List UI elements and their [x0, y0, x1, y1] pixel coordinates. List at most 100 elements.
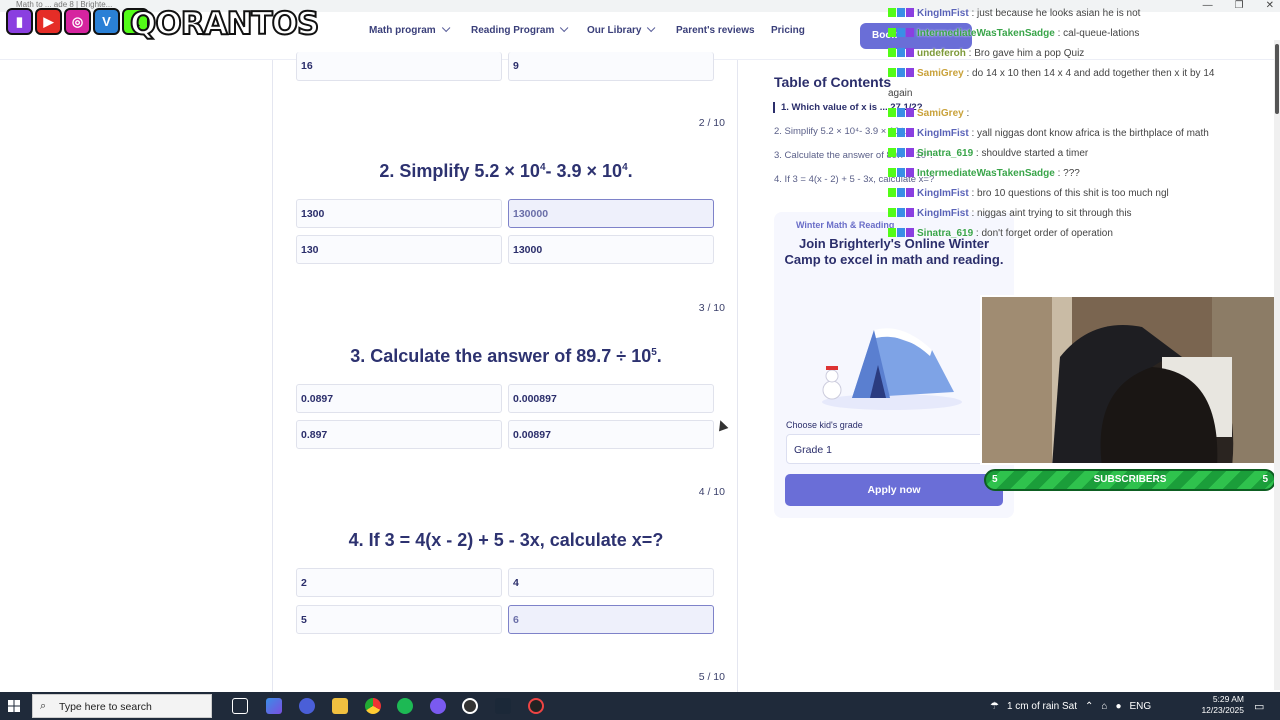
answer-option-selected[interactable]: 130000	[508, 199, 714, 228]
nav-math-program[interactable]: Math program	[369, 23, 451, 36]
chat-message: SamiGrey :	[888, 108, 969, 119]
answer-option[interactable]: 9	[508, 52, 714, 81]
question-title: 4. If 3 = 4(x - 2) + 5 - 3x, calculate x…	[348, 530, 664, 550]
chat-username: KingImFist	[917, 128, 969, 139]
title-text: - 3.9 × 10	[545, 161, 623, 181]
answer-option-selected[interactable]: 6	[508, 605, 714, 634]
page-scrollbar[interactable]	[1274, 40, 1280, 690]
chat-message: SamiGrey : do 14 x 10 then 14 x 4 and ad…	[888, 68, 1214, 79]
nav-reading-program[interactable]: Reading Program	[471, 23, 569, 36]
search-placeholder: Type here to search	[59, 701, 152, 713]
nav-parents-reviews[interactable]: Parent's reviews	[676, 25, 755, 36]
chat-username: SamiGrey	[917, 108, 964, 119]
language-indicator[interactable]: ENG	[1129, 701, 1151, 712]
chat-message: again	[888, 88, 912, 99]
youtube-icon: ▶	[35, 8, 62, 35]
chat-username: KingImFist	[917, 8, 969, 19]
question-counter: 2 / 10	[698, 117, 725, 129]
copilot-icon[interactable]	[266, 698, 282, 714]
chat-message: IntermediateWasTakenSadge : cal-queue-la…	[888, 28, 1139, 39]
chat-message: KingImFist : bro 10 questions of this sh…	[888, 188, 1169, 199]
chrome-icon[interactable]	[365, 698, 381, 714]
grade-select[interactable]: Grade 1	[786, 434, 1002, 464]
chat-message: KingImFist : niggas aint trying to sit t…	[888, 208, 1132, 219]
system-tray: ☂ 1 cm of rain Sat ⌃ ⌂ ● ENG	[990, 692, 1151, 720]
task-view-icon[interactable]	[232, 698, 248, 714]
taskbar-search[interactable]: Type here to search	[32, 694, 212, 718]
chat-badge-icon	[888, 68, 914, 78]
chat-text: : Bro gave him a pop Quiz	[965, 48, 1085, 59]
answer-option[interactable]: 0.0897	[296, 384, 502, 413]
mic-icon[interactable]: ●	[1115, 701, 1121, 712]
quiz-column: 16 9 2 / 10 2. Simplify 5.2 × 104- 3.9 ×…	[272, 52, 739, 692]
app-icon[interactable]	[462, 698, 478, 714]
chat-username: IntermediateWasTakenSadge	[917, 168, 1055, 179]
chat-message: KingImFist : yall niggas dont know afric…	[888, 128, 1209, 139]
answer-option[interactable]: 4	[508, 568, 714, 597]
chat-message: Sinatra_619 : don't forget order of oper…	[888, 228, 1113, 239]
answer-option[interactable]: 0.897	[296, 420, 502, 449]
file-explorer-icon[interactable]	[332, 698, 348, 714]
answer-option[interactable]: 0.00897	[508, 420, 714, 449]
chat-badge-icon	[888, 168, 914, 178]
search-icon: ⌕	[40, 700, 47, 712]
chat-badge-icon	[888, 228, 914, 238]
taskbar-clock[interactable]: 5:29 AM 12/23/2025	[1198, 694, 1244, 716]
grade-label: Choose kid's grade	[786, 420, 863, 430]
chat-badge-icon	[888, 48, 914, 58]
nav-label: Reading Program	[471, 25, 555, 36]
chat-message: Sinatra_619 : shouldve started a timer	[888, 148, 1088, 159]
windows-start-icon[interactable]	[8, 700, 20, 712]
obs-icon[interactable]	[528, 698, 544, 714]
subscribers-label: SUBSCRIBERS	[1093, 474, 1167, 485]
scrollbar-thumb[interactable]	[1275, 44, 1279, 114]
app-icon[interactable]	[299, 698, 315, 714]
app-icon[interactable]	[430, 698, 446, 714]
chat-text: : don't forget order of operation	[973, 228, 1113, 239]
chat-text: : cal-queue-lations	[1054, 28, 1140, 39]
weather-text[interactable]: 1 cm of rain Sat	[1007, 701, 1077, 712]
answer-option[interactable]: 0.000897	[508, 384, 714, 413]
chat-message: IntermediateWasTakenSadge : ???	[888, 168, 1080, 179]
question-title: 3. Calculate the answer of 89.7 ÷ 105.	[273, 346, 739, 367]
chat-text: : niggas aint trying to sit through this	[968, 208, 1132, 219]
chat-text: : ???	[1054, 168, 1080, 179]
webcam-image	[982, 297, 1278, 463]
answer-option[interactable]: 2	[296, 568, 502, 597]
title-text: 2. Simplify 5.2 × 10	[379, 161, 540, 181]
chat-text: : do 14 x 10 then 14 x 4 and add togethe…	[963, 68, 1215, 79]
answer-option[interactable]: 5	[296, 605, 502, 634]
answer-option[interactable]: 1300	[296, 199, 502, 228]
spotify-icon[interactable]	[397, 698, 413, 714]
nav-pricing[interactable]: Pricing	[771, 25, 805, 36]
weather-icon[interactable]: ☂	[990, 701, 999, 712]
chat-username: KingImFist	[917, 188, 969, 199]
nav-label: Our Library	[587, 25, 642, 36]
subscribers-count-right: 5	[1262, 474, 1268, 485]
subscribers-count-left: 5	[992, 474, 998, 485]
question-counter: 5 / 10	[698, 671, 725, 683]
answer-option[interactable]: 130	[296, 235, 502, 264]
chat-text: : bro 10 questions of this shit is too m…	[968, 188, 1169, 199]
question-title: 2. Simplify 5.2 × 104- 3.9 × 104.	[273, 161, 739, 182]
chat-badge-icon	[888, 188, 914, 198]
notification-icon[interactable]: ▭	[1254, 700, 1264, 713]
chat-badge-icon	[888, 128, 914, 138]
apply-now-button[interactable]: Apply now	[785, 474, 1003, 506]
question-counter: 3 / 10	[698, 302, 725, 314]
question-counter: 4 / 10	[698, 486, 725, 498]
nav-our-library[interactable]: Our Library	[587, 23, 656, 36]
network-icon[interactable]: ⌂	[1101, 701, 1107, 712]
toc-item[interactable]: 2. Simplify 5.2 × 10⁴- 3.9 × 10⁴.	[774, 126, 906, 137]
chevron-up-icon[interactable]: ⌃	[1085, 701, 1093, 712]
nav-label: Pricing	[771, 25, 805, 36]
chat-username: SamiGrey	[917, 68, 964, 79]
answer-option[interactable]: 16	[296, 52, 502, 81]
chat-username: KingImFist	[917, 208, 969, 219]
subscribers-goal-bar: 5 SUBSCRIBERS 5	[984, 469, 1276, 491]
twitch-icon: ▮	[6, 8, 33, 35]
streamer-brand-logo: QORANTOS	[129, 5, 320, 43]
steam-icon[interactable]	[495, 698, 511, 714]
answer-option[interactable]: 13000	[508, 235, 714, 264]
title-text: 3. Calculate the answer of 89.7 ÷ 10	[350, 346, 652, 366]
